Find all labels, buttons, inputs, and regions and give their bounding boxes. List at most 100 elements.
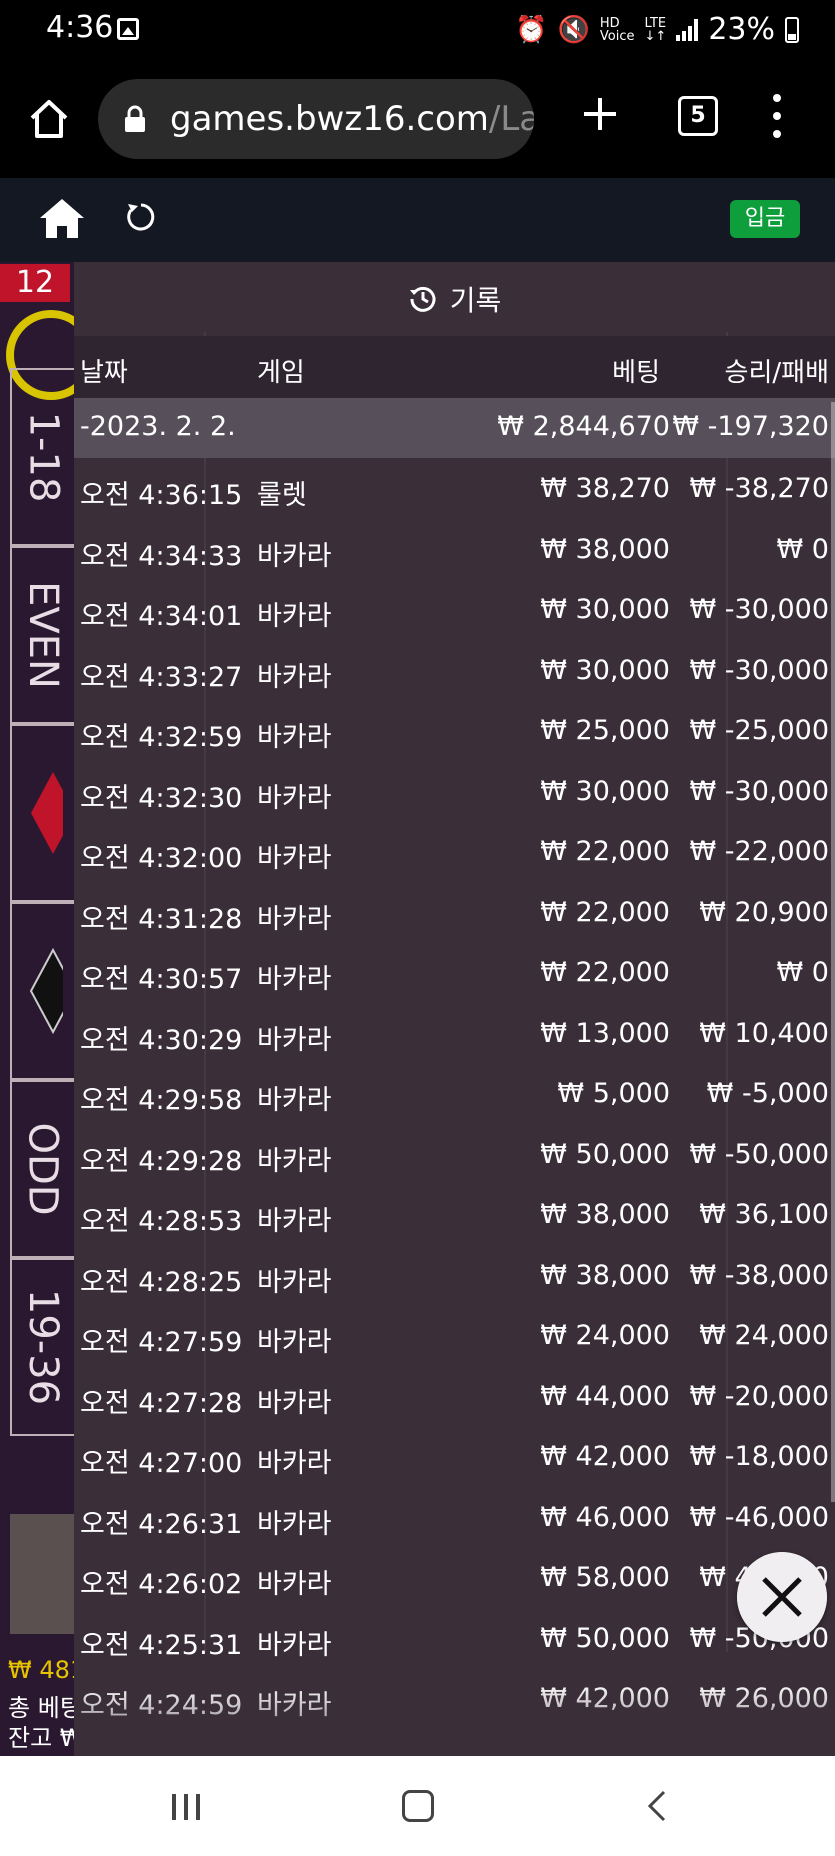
history-row: 오전 4:28:53 바카라 ₩ 38,000 ₩ 36,100 — [74, 1184, 835, 1245]
browser-home-icon[interactable] — [28, 98, 70, 140]
row-game: 바카라 — [257, 1266, 332, 1298]
status-icons: ⏰ 🔇 HD Voice LTE ↓↑ 23% — [515, 12, 799, 47]
row-bet: ₩ 44,000 — [540, 1380, 670, 1412]
row-game: 바카라 — [257, 1145, 332, 1177]
bet-cell-odd[interactable]: ODD — [10, 1080, 74, 1258]
history-row: 오전 4:32:59 바카라 ₩ 25,000 ₩ -25,000 — [74, 700, 835, 761]
lte-icon: LTE ↓↑ — [644, 15, 667, 44]
recents-icon[interactable] — [172, 1794, 200, 1820]
row-time: 오전 4:32:00 — [80, 843, 243, 874]
bet-cell-even[interactable]: EVEN — [10, 546, 74, 724]
tab-switcher-button[interactable]: 5 — [678, 96, 718, 136]
history-panel: 기록 날짜 게임 베팅 승리/패배 -2023. 2. 2. ₩ 2,844,6… — [74, 262, 835, 1756]
row-bet: ₩ 46,000 — [540, 1501, 670, 1533]
close-icon[interactable] — [737, 1552, 827, 1642]
row-time: 오전 4:32:59 — [80, 722, 243, 753]
row-bet: ₩ 38,000 — [540, 1259, 670, 1291]
row-time: 오전 4:34:33 — [80, 540, 243, 572]
status-time: 4:36 — [46, 10, 114, 45]
row-bet: ₩ 30,000 — [540, 654, 670, 686]
row-time: 오전 4:28:25 — [80, 1266, 243, 1298]
row-game: 바카라 — [257, 1085, 332, 1116]
mute-icon: 🔇 — [557, 14, 590, 45]
row-result: ₩ -30,000 — [689, 594, 830, 625]
back-icon[interactable] — [640, 1788, 676, 1824]
list-fade — [74, 1682, 835, 1756]
row-time: 오전 4:33:27 — [80, 661, 243, 693]
row-bet: ₩ 25,000 — [540, 715, 670, 746]
row-time: 오전 4:28:53 — [80, 1206, 243, 1237]
history-column-headers: 날짜 게임 베팅 승리/패배 — [74, 336, 835, 398]
history-icon — [409, 286, 436, 312]
row-bet: ₩ 13,000 — [540, 1017, 670, 1049]
row-result: ₩ -5,000 — [706, 1078, 829, 1109]
row-time: 오전 4:32:30 — [80, 782, 243, 814]
red-diamond-icon — [31, 772, 63, 854]
dealer-video-thumbnail — [10, 1514, 74, 1634]
row-time: 오전 4:29:58 — [80, 1085, 243, 1116]
url-domain: games.bwz16.com — [170, 99, 489, 139]
row-game: 바카라 — [257, 1569, 332, 1600]
row-game: 룰렛 — [257, 480, 307, 511]
row-game: 바카라 — [257, 1629, 332, 1661]
row-bet: ₩ 22,000 — [540, 896, 670, 928]
row-result: ₩ 20,900 — [699, 896, 829, 928]
status-bar: 4:36 ⏰ 🔇 HD Voice LTE ↓↑ 23% — [0, 0, 835, 62]
history-row: 오전 4:30:29 바카라 ₩ 13,000 ₩ 10,400 — [74, 1003, 835, 1064]
roulette-board-strip: 12 1-18 EVEN ODD 19-36 ₩ 481 총 베팅 잔고 ₩0 — [0, 262, 74, 1756]
scrollbar[interactable] — [831, 402, 835, 1502]
row-bet: ₩ 38,000 — [540, 533, 670, 565]
row-time: 오전 4:27:59 — [80, 1327, 243, 1358]
new-tab-icon[interactable] — [580, 94, 620, 134]
row-bet: ₩ 38,270 — [540, 473, 670, 504]
deposit-button[interactable]: 입금 — [730, 200, 800, 238]
history-row: 오전 4:28:25 바카라 ₩ 38,000 ₩ -38,000 — [74, 1245, 835, 1306]
row-game: 바카라 — [257, 903, 332, 935]
row-time: 오전 4:34:01 — [80, 601, 243, 632]
bet-cell-label: ODD — [20, 1122, 66, 1216]
row-game: 바카라 — [257, 601, 332, 632]
row-result: ₩ 10,400 — [699, 1017, 829, 1049]
row-bet: ₩ 42,000 — [540, 1441, 670, 1472]
history-row: 오전 4:32:00 바카라 ₩ 22,000 ₩ -22,000 — [74, 821, 835, 882]
history-rows: 오전 4:36:15 룰렛 ₩ 38,270 ₩ -38,270 오전 4:34:33 바… — [74, 458, 835, 1729]
hd-voice-icon: HD Voice — [599, 15, 635, 44]
date-group-row[interactable]: -2023. 2. 2. ₩ 2,844,670 ₩ -197,320 — [74, 398, 835, 458]
column-date: 날짜 — [80, 358, 128, 388]
row-game: 바카라 — [257, 1448, 332, 1479]
history-row: 오전 4:27:00 바카라 ₩ 42,000 ₩ -18,000 — [74, 1426, 835, 1487]
system-home-icon[interactable] — [402, 1790, 434, 1822]
row-time: 오전 4:30:57 — [80, 964, 243, 995]
row-bet: ₩ 50,000 — [540, 1622, 670, 1654]
row-bet: ₩ 30,000 — [540, 594, 670, 625]
row-game: 바카라 — [257, 964, 332, 995]
history-row: 오전 4:34:33 바카라 ₩ 38,000 ₩ 0 — [74, 519, 835, 580]
history-row: 오전 4:30:57 바카라 ₩ 22,000 ₩ 0 — [74, 942, 835, 1003]
column-game: 게임 — [257, 358, 305, 388]
balance-amount: ₩ 481 — [8, 1656, 74, 1684]
refresh-icon[interactable] — [124, 200, 158, 234]
bet-cell-19-36[interactable]: 19-36 — [10, 1258, 74, 1436]
history-row: 오전 4:31:28 바카라 ₩ 22,000 ₩ 20,900 — [74, 882, 835, 943]
row-bet: ₩ 22,000 — [540, 836, 670, 867]
bet-cell-black[interactable] — [10, 902, 74, 1080]
bet-cell-1-18[interactable]: 1-18 — [10, 368, 74, 546]
signal-icon — [676, 18, 699, 41]
row-game: 바카라 — [257, 1206, 332, 1237]
history-row: 오전 4:36:15 룰렛 ₩ 38,270 ₩ -38,270 — [74, 458, 835, 519]
group-total-bet: ₩ 2,844,670 — [497, 411, 670, 442]
column-bet: 베팅 — [612, 358, 660, 388]
row-game: 바카라 — [257, 843, 332, 874]
battery-percent: 23% — [708, 12, 775, 47]
history-row: 오전 4:34:01 바카라 ₩ 30,000 ₩ -30,000 — [74, 579, 835, 640]
address-bar[interactable]: games.bwz16.com/La — [98, 79, 534, 159]
history-row: 오전 4:26:02바카라₩ 58,000₩ 42,000 — [74, 1547, 835, 1608]
bet-cell-red[interactable] — [10, 724, 74, 902]
row-game: 바카라 — [257, 1327, 332, 1358]
battery-icon — [785, 16, 799, 43]
current-bet-number: 12 — [0, 264, 70, 302]
gallery-notification-icon — [117, 18, 139, 40]
browser-menu-icon[interactable] — [770, 94, 784, 138]
history-title: 기록 — [449, 284, 502, 317]
game-home-icon[interactable] — [38, 196, 86, 240]
